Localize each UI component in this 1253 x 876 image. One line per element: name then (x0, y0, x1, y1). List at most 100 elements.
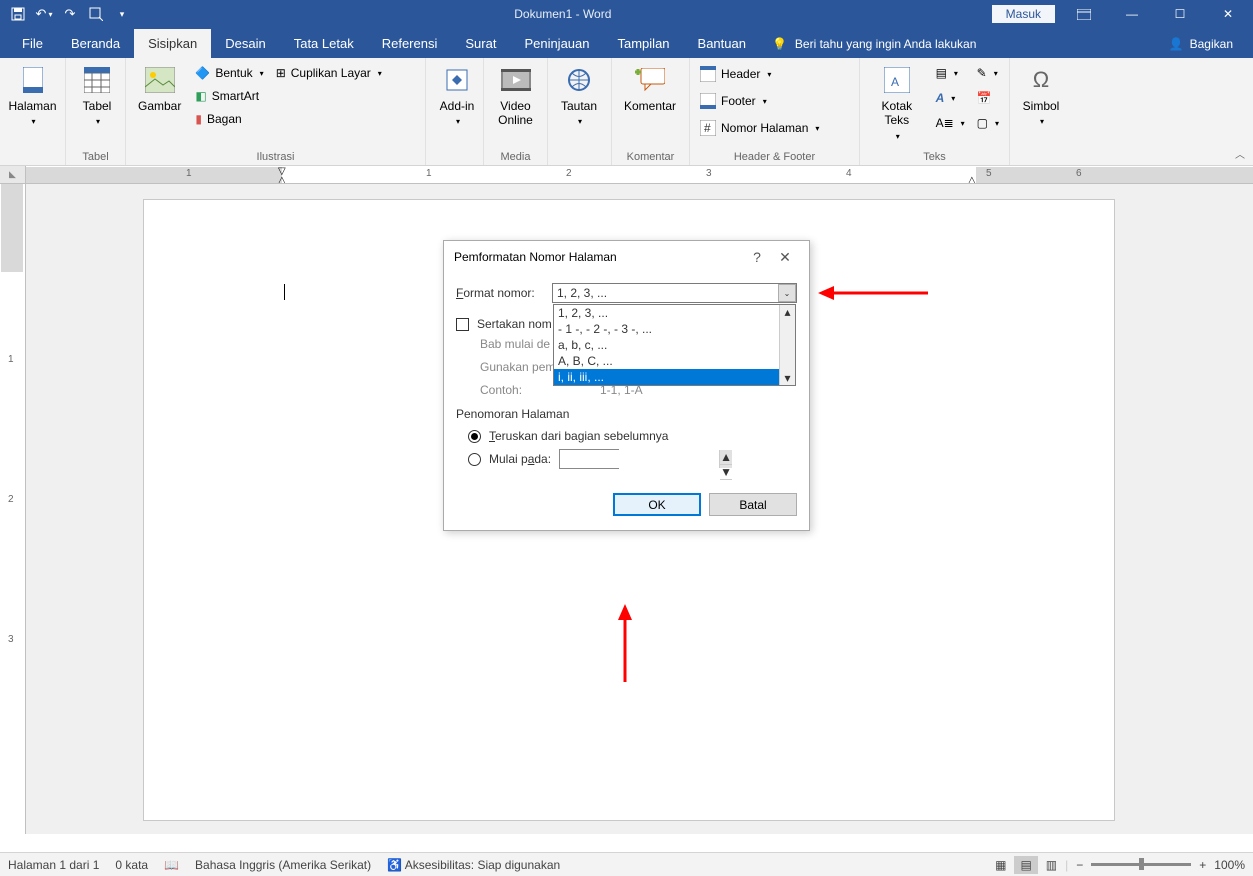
tab-peninjauan[interactable]: Peninjauan (510, 29, 603, 58)
qat-more-icon[interactable]: ▾ (110, 2, 134, 26)
format-option-4[interactable]: A, B, C, ... (554, 353, 795, 369)
header-icon (700, 66, 716, 82)
group-tabel: Tabel (72, 149, 119, 165)
spinner-down-icon[interactable]: ▼ (720, 465, 732, 480)
addins-button[interactable]: Add-in▾ (432, 62, 482, 130)
format-option-1[interactable]: 1, 2, 3, ... (554, 305, 795, 321)
combo-dropdown-button[interactable]: ⌄ (778, 284, 796, 302)
kotak-teks-button[interactable]: A Kotak Teks▾ (866, 62, 928, 144)
tab-tataletak[interactable]: Tata Letak (280, 29, 368, 58)
annotation-arrow-up (612, 604, 638, 682)
status-words[interactable]: 0 kata (115, 858, 148, 872)
print-layout-icon[interactable]: ▤ (1014, 856, 1037, 874)
dropcap-button[interactable]: A≣▾ (932, 114, 969, 132)
dropcap-icon: A≣ (936, 116, 954, 130)
status-language[interactable]: Bahasa Inggris (Amerika Serikat) (195, 858, 371, 872)
quickparts-icon: ▤ (936, 66, 947, 80)
sertakan-checkbox[interactable] (456, 318, 469, 331)
dialog-title: Pemformatan Nomor Halaman (454, 250, 743, 264)
tab-beranda[interactable]: Beranda (57, 29, 134, 58)
tell-me-search[interactable]: 💡 Beri tahu yang ingin Anda lakukan (772, 37, 976, 58)
signature-icon: ✎ (977, 66, 987, 80)
ok-button[interactable]: OK (613, 493, 701, 516)
wordart-icon: A (936, 91, 945, 105)
status-accessibility[interactable]: ♿ Aksesibilitas: Siap digunakan (387, 858, 560, 872)
wordart-button[interactable]: A▾ (932, 89, 969, 107)
bentuk-button[interactable]: 🔷Bentuk▾ (191, 64, 267, 82)
bagan-button[interactable]: ▮Bagan (191, 110, 267, 128)
simbol-button[interactable]: Ω Simbol▾ (1016, 62, 1066, 130)
share-button[interactable]: 👤 Bagikan (1169, 37, 1233, 58)
format-option-2[interactable]: - 1 -, - 2 -, - 3 -, ... (554, 321, 795, 337)
header-button[interactable]: Header▾ (696, 64, 823, 84)
zoom-in-button[interactable]: + (1199, 858, 1206, 872)
symbol-icon: Ω (1025, 64, 1057, 96)
tab-desain[interactable]: Desain (211, 29, 279, 58)
lightbulb-icon: 💡 (772, 37, 787, 51)
status-page[interactable]: Halaman 1 dari 1 (8, 858, 99, 872)
object-button[interactable]: ▢▾ (973, 114, 1003, 132)
mulai-pada-input[interactable] (560, 450, 719, 468)
dialog-help-button[interactable]: ? (743, 249, 771, 265)
tab-surat[interactable]: Surat (451, 29, 510, 58)
mulai-pada-spinner[interactable]: ▲▼ (559, 449, 619, 469)
datetime-button[interactable]: 📅 (973, 89, 1003, 107)
close-icon[interactable]: ✕ (1209, 2, 1247, 26)
spellcheck-icon[interactable]: 📖 (164, 858, 179, 872)
quickparts-button[interactable]: ▤▾ (932, 64, 969, 82)
tab-file[interactable]: File (8, 29, 57, 58)
save-icon[interactable] (6, 2, 30, 26)
mulai-pada-radio[interactable] (468, 453, 481, 466)
tab-referensi[interactable]: Referensi (368, 29, 452, 58)
spinner-up-icon[interactable]: ▲ (720, 450, 732, 465)
batal-button[interactable]: Batal (709, 493, 797, 516)
video-button[interactable]: Video Online (490, 62, 541, 130)
accessibility-icon: ♿ (387, 858, 402, 872)
komentar-button[interactable]: Komentar (618, 62, 682, 115)
shapes-icon: 🔷 (195, 66, 210, 80)
tab-tampilan[interactable]: Tampilan (604, 29, 684, 58)
statusbar: Halaman 1 dari 1 0 kata 📖 Bahasa Inggris… (0, 852, 1253, 876)
addins-icon (441, 64, 473, 96)
undo-icon[interactable]: ↶▾ (32, 2, 56, 26)
dialog-close-button[interactable]: ✕ (771, 249, 799, 266)
group-ilustrasi: Ilustrasi (132, 149, 419, 165)
page-number-format-dialog: Pemformatan Nomor Halaman ? ✕ Format nom… (443, 240, 810, 531)
mulai-pada-label: Mulai pada: (489, 452, 551, 466)
format-nomor-combo[interactable]: 1, 2, 3, ... ⌄ 1, 2, 3, ... - 1 -, - 2 -… (552, 283, 797, 303)
ribbon-tabs: File Beranda Sisipkan Desain Tata Letak … (0, 28, 1253, 58)
tabel-button[interactable]: Tabel▾ (72, 62, 122, 130)
teruskan-radio[interactable] (468, 430, 481, 443)
web-layout-icon[interactable]: ▥ (1046, 858, 1057, 872)
read-mode-icon[interactable]: ▦ (995, 858, 1006, 872)
gambar-button[interactable]: Gambar (132, 62, 187, 115)
format-option-3[interactable]: a, b, c, ... (554, 337, 795, 353)
ribbon-display-icon[interactable] (1065, 2, 1103, 26)
cuplikan-button[interactable]: ⊞Cuplikan Layar▾ (272, 64, 386, 82)
footer-button[interactable]: Footer▾ (696, 91, 823, 111)
redo-icon[interactable]: ↷ (58, 2, 82, 26)
smartart-button[interactable]: ◧SmartArt (191, 87, 267, 105)
group-teks: Teks (866, 149, 1003, 165)
footer-icon (700, 93, 716, 109)
halaman-button[interactable]: Halaman▾ (6, 62, 59, 130)
maximize-icon[interactable]: ☐ (1161, 2, 1199, 26)
page-icon (17, 64, 49, 96)
signature-button[interactable]: ✎▾ (973, 64, 1003, 82)
minimize-icon[interactable]: — (1113, 2, 1151, 26)
tab-bantuan[interactable]: Bantuan (684, 29, 760, 58)
zoom-level[interactable]: 100% (1214, 858, 1245, 872)
titlebar: ↶▾ ↷ ▾ Dokumen1 - Word Masuk — ☐ ✕ (0, 0, 1253, 28)
group-headerfooter: Header & Footer (696, 149, 853, 165)
tautan-button[interactable]: Tautan▾ (554, 62, 604, 130)
collapse-ribbon-icon[interactable]: ︿ (1235, 146, 1245, 161)
format-option-5[interactable]: i, ii, iii, ... (554, 369, 795, 385)
zoom-out-button[interactable]: − (1076, 858, 1083, 872)
nomor-halaman-button[interactable]: #Nomor Halaman▾ (696, 118, 823, 138)
login-button[interactable]: Masuk (992, 5, 1055, 23)
zoom-slider[interactable] (1091, 863, 1191, 866)
bab-label: Bab mulai de (480, 337, 550, 351)
tab-sisipkan[interactable]: Sisipkan (134, 29, 211, 58)
dropdown-scrollbar[interactable]: ▴▾ (779, 305, 795, 385)
customize-icon[interactable] (84, 2, 108, 26)
